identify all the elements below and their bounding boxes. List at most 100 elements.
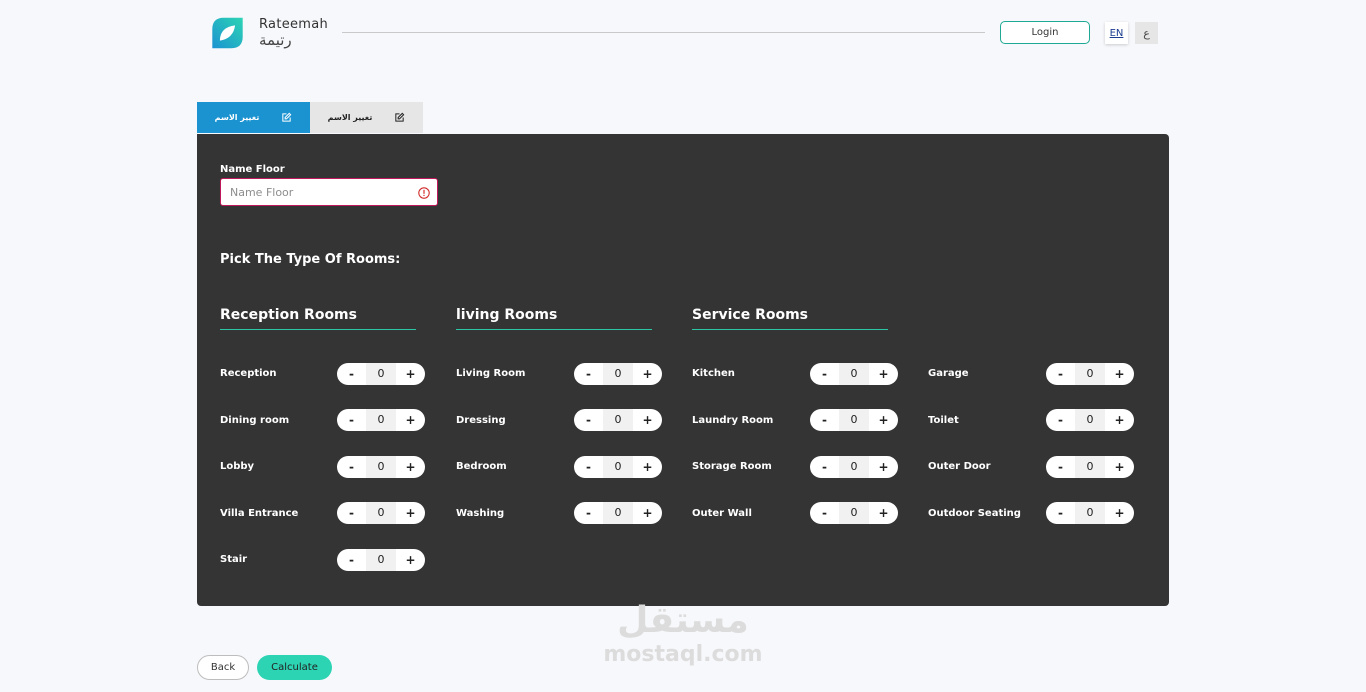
stepper-toilet: - 0 + [1046,409,1134,431]
count-value: 0 [603,456,633,478]
decrement-button[interactable]: - [337,506,366,520]
room-label-lobby: Lobby [220,461,255,472]
count-value: 0 [603,502,633,524]
decrement-button[interactable]: - [337,413,366,427]
back-button[interactable]: Back [197,655,249,680]
tab-label: تغيير الاسم [214,113,260,122]
increment-button[interactable]: + [396,460,425,474]
decrement-button[interactable]: - [337,460,366,474]
room-label-garage: Garage [928,368,969,379]
count-value: 0 [366,549,396,571]
increment-button[interactable]: + [396,553,425,567]
increment-button[interactable]: + [396,367,425,381]
edit-icon [282,112,292,122]
decrement-button[interactable]: - [1046,506,1075,520]
count-value: 0 [1075,409,1105,431]
increment-button[interactable]: + [869,460,898,474]
category-service-title: Service Rooms [692,307,888,330]
stepper-reception: - 0 + [337,363,425,385]
increment-button[interactable]: + [1105,367,1134,381]
stepper-kitchen: - 0 + [810,363,898,385]
tab-label: تغيير الاسم [327,113,373,122]
increment-button[interactable]: + [396,413,425,427]
category-reception-title: Reception Rooms [220,307,416,330]
tab-floor-1[interactable]: تغيير الاسم [197,102,310,133]
room-label-outer-door: Outer Door [928,461,991,472]
logo-text-ar: رتيمة [259,31,292,49]
leaf-logo-icon [212,17,243,49]
logo-text-en: Rateemah [259,17,329,32]
room-label-storage: Storage Room [692,461,772,472]
room-label-washing: Washing [456,508,505,519]
edit-icon [395,112,405,122]
decrement-button[interactable]: - [810,460,839,474]
language-ar-button[interactable]: ع [1135,22,1158,44]
name-floor-label: Name Floor [220,164,285,175]
stepper-garage: - 0 + [1046,363,1134,385]
room-label-reception: Reception [220,368,277,379]
brand-logo[interactable]: Rateemah رتيمة [208,14,328,52]
tab-floor-2[interactable]: تغيير الاسم [310,102,423,133]
increment-button[interactable]: + [633,367,662,381]
count-value: 0 [366,363,396,385]
increment-button[interactable]: + [869,413,898,427]
stepper-washing: - 0 + [574,502,662,524]
count-value: 0 [603,409,633,431]
decrement-button[interactable]: - [337,367,366,381]
decrement-button[interactable]: - [1046,367,1075,381]
increment-button[interactable]: + [1105,506,1134,520]
decrement-button[interactable]: - [574,460,603,474]
name-floor-field [220,178,438,206]
stepper-stair: - 0 + [337,549,425,571]
floor-panel: Name Floor Pick The Type Of Rooms: Recep… [197,134,1169,606]
increment-button[interactable]: + [869,367,898,381]
header-divider [342,32,985,33]
decrement-button[interactable]: - [574,506,603,520]
count-value: 0 [839,456,869,478]
login-button[interactable]: Login [1000,21,1090,44]
increment-button[interactable]: + [633,506,662,520]
stepper-laundry: - 0 + [810,409,898,431]
decrement-button[interactable]: - [574,367,603,381]
stepper-dining: - 0 + [337,409,425,431]
stepper-villa-entrance: - 0 + [337,502,425,524]
stepper-lobby: - 0 + [337,456,425,478]
room-label-kitchen: Kitchen [692,368,735,379]
increment-button[interactable]: + [633,413,662,427]
decrement-button[interactable]: - [810,413,839,427]
calculate-button[interactable]: Calculate [257,655,332,680]
room-label-bedroom: Bedroom [456,461,507,472]
stepper-outer-door: - 0 + [1046,456,1134,478]
decrement-button[interactable]: - [810,506,839,520]
count-value: 0 [839,409,869,431]
decrement-button[interactable]: - [574,413,603,427]
count-value: 0 [1075,363,1105,385]
decrement-button[interactable]: - [1046,460,1075,474]
count-value: 0 [839,363,869,385]
count-value: 0 [1075,456,1105,478]
decrement-button[interactable]: - [1046,413,1075,427]
increment-button[interactable]: + [869,506,898,520]
increment-button[interactable]: + [1105,413,1134,427]
pick-rooms-title: Pick The Type Of Rooms: [220,252,401,267]
name-floor-input[interactable] [221,179,437,205]
stepper-outer-wall: - 0 + [810,502,898,524]
count-value: 0 [366,456,396,478]
increment-button[interactable]: + [396,506,425,520]
increment-button[interactable]: + [633,460,662,474]
room-label-dining: Dining room [220,415,290,426]
watermark-ar: مستقل [617,600,749,641]
stepper-outdoor-seating: - 0 + [1046,502,1134,524]
count-value: 0 [366,502,396,524]
decrement-button[interactable]: - [810,367,839,381]
room-label-dressing: Dressing [456,415,506,426]
room-label-stair: Stair [220,554,248,565]
decrement-button[interactable]: - [337,553,366,567]
count-value: 0 [1075,502,1105,524]
stepper-bedroom: - 0 + [574,456,662,478]
room-label-toilet: Toilet [928,415,959,426]
increment-button[interactable]: + [1105,460,1134,474]
category-living-title: living Rooms [456,307,652,330]
language-en-button[interactable]: EN [1105,22,1128,44]
room-label-outer-wall: Outer Wall [692,508,752,519]
